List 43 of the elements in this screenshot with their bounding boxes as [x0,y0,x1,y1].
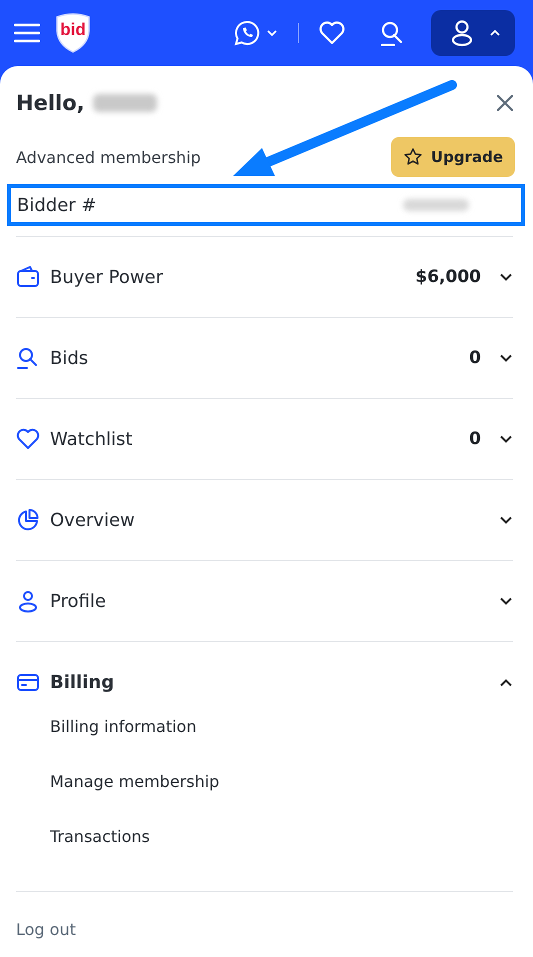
pie-chart-icon [16,508,40,532]
menu-item[interactable]: Buyer Power $6,000 [16,237,513,317]
person-icon [449,19,475,47]
heart-icon[interactable] [319,21,345,45]
menu-item[interactable]: Profile [16,561,513,641]
upgrade-button[interactable]: Upgrade [390,137,515,177]
menu-item-value: 0 [469,348,481,368]
greeting: Hello, [16,91,85,115]
account-button[interactable] [431,10,515,56]
chevron-down-icon[interactable] [499,434,513,444]
menu-item-value: 0 [469,429,481,449]
star-icon [402,147,423,167]
logout-link[interactable]: Log out [16,920,76,939]
menu-item[interactable]: Watchlist 0 [16,399,513,479]
menu-item[interactable]: Bids 0 [16,318,513,398]
submenu-item[interactable]: Manage membership [50,767,220,822]
chevron-down-icon[interactable] [499,272,513,282]
chevron-up-icon [489,29,501,37]
chevron-down-icon[interactable] [499,596,513,606]
submenu-item[interactable]: Transactions [50,822,150,877]
menu-item[interactable]: Overview [16,480,513,560]
menu-item-label: Buyer Power [50,266,164,288]
menu-item-label: Watchlist [50,428,132,450]
redacted-number [403,199,469,211]
menu-icon[interactable] [14,23,40,43]
redacted-name [92,94,157,112]
bidder-number-label: Bidder # [17,194,96,216]
person-icon [16,589,40,613]
logo[interactable]: bid [54,13,92,53]
chevron-down-icon[interactable] [499,354,513,362]
wallet-icon [16,265,40,289]
close-icon[interactable] [497,95,513,111]
menu-item-label: Overview [50,510,135,530]
menu-item-value: $6,000 [415,267,481,287]
submenu-item[interactable]: Billing information [50,712,196,767]
whatsapp-icon[interactable] [234,20,260,46]
chevron-up-icon[interactable] [499,678,513,686]
menu-item-label: Profile [50,590,106,612]
heart-icon [16,427,40,451]
membership-level: Advanced membership [16,148,201,166]
chevron-down-icon[interactable] [499,516,513,524]
menu-item-label: Bids [50,348,88,368]
menu-item-label: Billing [50,672,114,692]
